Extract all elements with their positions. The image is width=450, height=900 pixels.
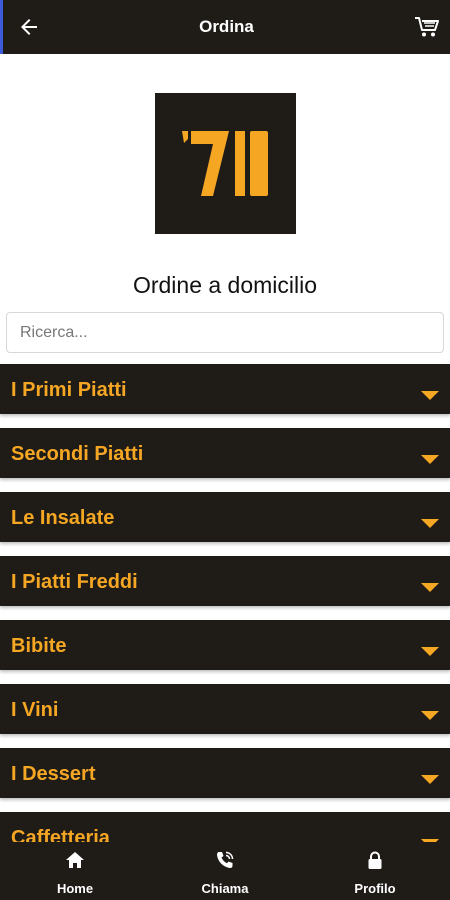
category-primi-piatti[interactable]: I Primi Piatti xyxy=(0,364,450,414)
category-piatti-freddi[interactable]: I Piatti Freddi xyxy=(0,556,450,606)
nav-label: Home xyxy=(56,881,94,896)
chevron-down-icon xyxy=(421,455,439,464)
cart-icon[interactable] xyxy=(414,15,440,39)
chevron-down-icon xyxy=(421,519,439,528)
home-icon xyxy=(66,852,84,868)
nav-home[interactable]: Home xyxy=(0,842,150,900)
category-secondi-piatti[interactable]: Secondi Piatti xyxy=(0,428,450,478)
page-title: Ordina xyxy=(199,17,254,36)
category-label: Secondi Piatti xyxy=(11,443,144,465)
category-label: I Piatti Freddi xyxy=(11,571,138,593)
nav-profile[interactable]: Profilo xyxy=(300,842,450,900)
nav-call[interactable]: Chiama xyxy=(150,842,300,900)
nav-label: Profilo xyxy=(354,881,396,896)
category-bibite[interactable]: Bibite xyxy=(0,620,450,670)
bottom-navigation: Home Chiama Profilo xyxy=(0,842,450,900)
category-label: I Primi Piatti xyxy=(11,379,127,401)
search-input[interactable] xyxy=(6,312,444,353)
chevron-down-icon xyxy=(421,711,439,720)
nav-label: Chiama xyxy=(201,881,249,896)
category-label: I Vini xyxy=(11,699,59,721)
chevron-down-icon xyxy=(421,391,439,400)
chevron-down-icon xyxy=(421,647,439,656)
category-label: Bibite xyxy=(11,635,67,657)
category-insalate[interactable]: Le Insalate xyxy=(0,492,450,542)
category-list: I Primi Piatti Secondi Piatti Le Insalat… xyxy=(0,364,450,876)
category-dessert[interactable]: I Dessert xyxy=(0,748,450,798)
category-label: I Dessert xyxy=(11,763,96,785)
top-app-bar: Ordina xyxy=(0,0,450,54)
phone-icon xyxy=(217,851,234,868)
category-label: Le Insalate xyxy=(11,507,115,529)
restaurant-logo xyxy=(155,93,296,234)
section-heading: Ordine a domicilio xyxy=(132,272,318,298)
lock-icon xyxy=(368,851,382,869)
chevron-down-icon xyxy=(421,583,439,592)
chevron-down-icon xyxy=(421,775,439,784)
category-vini[interactable]: I Vini xyxy=(0,684,450,734)
logo-mark xyxy=(155,93,296,234)
